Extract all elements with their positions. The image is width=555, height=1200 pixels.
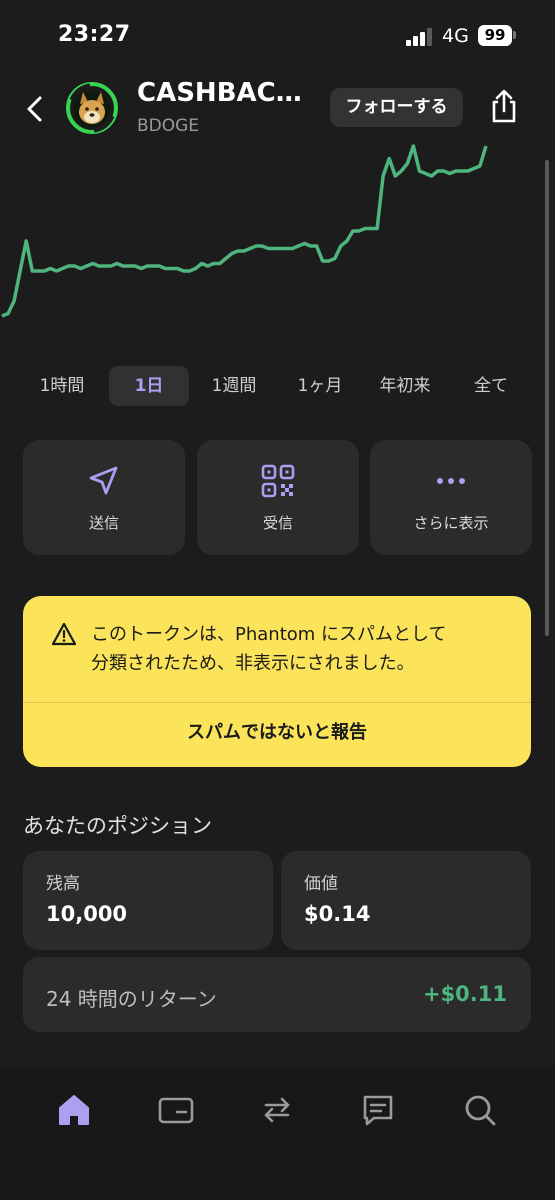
spam-message-line2: 分類されたため、非表示にされました。 [91,653,415,674]
value-label: 価値 [304,874,338,894]
network-type: 4G [442,25,469,47]
return-card: 24 時間のリターン +$0.11 [23,957,531,1032]
tab-ytd[interactable]: 年初来 [367,366,443,406]
time-range-tabs: 1時間 1日 1週間 1ヶ月 年初来 全て [0,366,555,406]
tab-1m[interactable]: 1ヶ月 [283,366,357,406]
back-button[interactable] [16,88,52,128]
token-avatar [65,81,119,135]
balance-value: 10,000 [46,902,128,926]
follow-button[interactable]: フォローする [330,88,463,127]
balance-label: 残高 [46,874,80,894]
status-bar: 23:27 4G 99 [0,0,555,72]
home-icon[interactable] [54,1090,94,1130]
price-line [1,144,488,318]
wallet-icon[interactable] [156,1090,196,1130]
swap-icon[interactable] [257,1090,297,1130]
share-button[interactable] [486,86,522,126]
return-label: 24 時間のリターン [46,987,217,1011]
qr-code-icon [261,464,295,498]
bottom-nav [0,1068,555,1200]
value-card: 価値 $0.14 [281,851,531,950]
chat-icon[interactable] [358,1090,398,1130]
tab-1w[interactable]: 1週間 [197,366,271,406]
chevron-left-icon [27,96,42,122]
tab-1d[interactable]: 1日 [109,366,189,406]
report-not-spam-button[interactable]: スパムではないと報告 [23,703,531,767]
cellular-signal-icon [406,28,436,46]
more-button[interactable]: さらに表示 [370,440,532,555]
tab-1h[interactable]: 1時間 [25,366,99,406]
send-label: 送信 [88,514,119,532]
spam-warning-banner: このトークンは、Phantom にスパムとして 分類されたため、非表示にされまし… [23,596,531,767]
warning-icon [51,622,77,646]
price-chart[interactable] [0,140,555,350]
more-label: さらに表示 [413,514,489,532]
receive-label: 受信 [262,514,293,532]
return-value: +$0.11 [422,982,507,1006]
position-title: あなたのポジション [23,814,212,838]
battery-tip [513,31,516,39]
receive-button[interactable]: 受信 [197,440,359,555]
tab-all[interactable]: 全て [460,366,522,406]
token-name: CASHBAC… [137,78,302,108]
status-time: 23:27 [58,22,131,47]
send-icon [89,466,118,495]
balance-card: 残高 10,000 [23,851,273,950]
send-button[interactable]: 送信 [23,440,185,555]
spam-message: このトークンは、Phantom にスパムとして 分類されたため、非表示にされまし… [91,620,511,678]
search-icon[interactable] [460,1090,500,1130]
token-symbol: BDOGE [137,116,200,136]
value-amount: $0.14 [304,902,371,926]
battery-indicator: 99 [478,25,512,46]
more-dots-icon [437,478,465,484]
spam-message-line1: このトークンは、Phantom にスパムとして [91,624,447,645]
share-icon [492,89,516,123]
